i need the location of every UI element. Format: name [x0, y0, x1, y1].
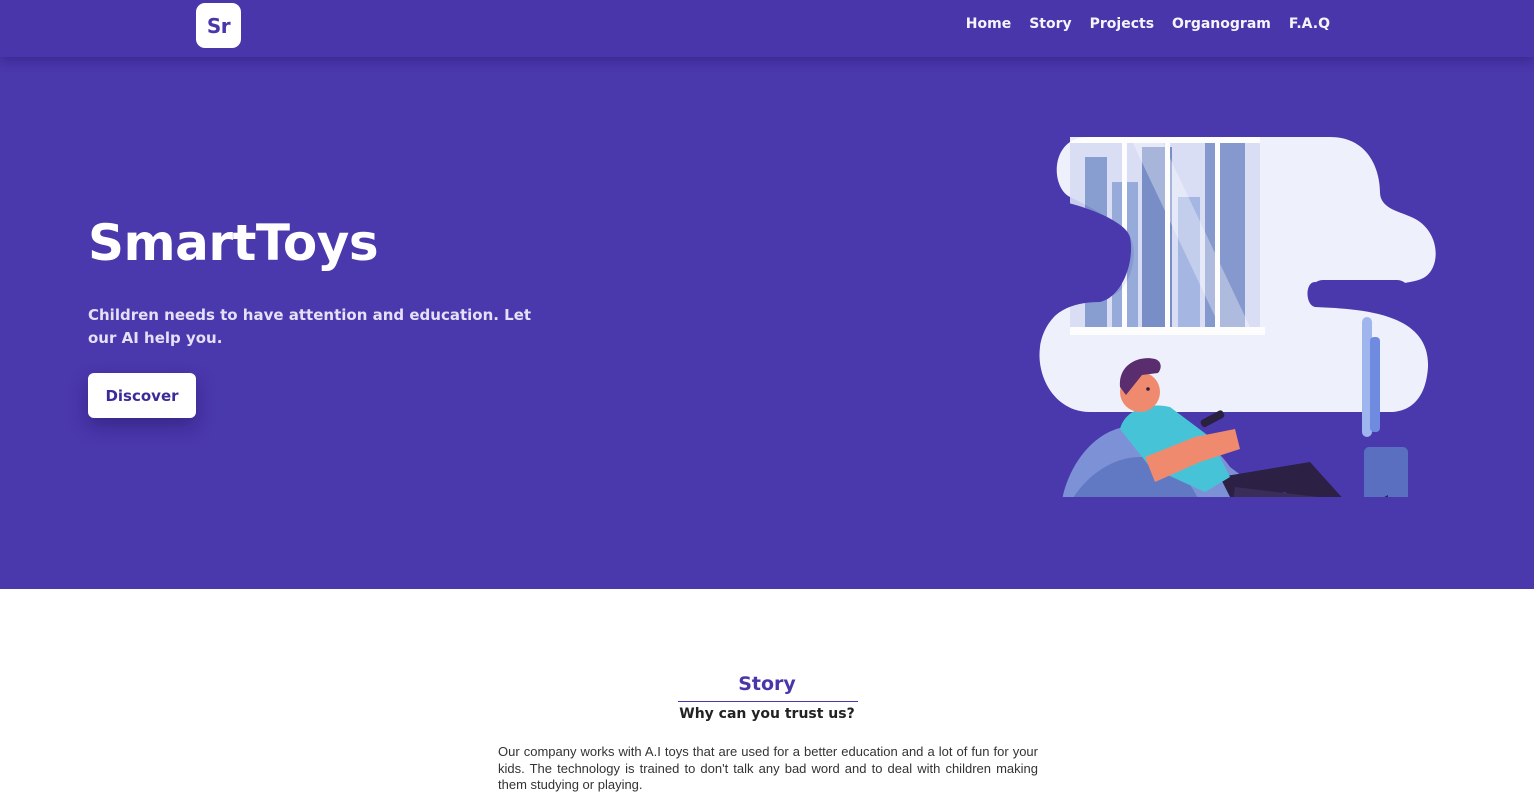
discover-button[interactable]: Discover: [88, 373, 196, 418]
nav-link-faq[interactable]: F.A.Q: [1289, 16, 1330, 32]
logo[interactable]: Sr: [196, 3, 241, 48]
nav-link-organogram[interactable]: Organogram: [1172, 16, 1271, 32]
hero-title: SmartToys: [88, 214, 379, 272]
navbar: Sr Home Story Projects Organogram F.A.Q: [0, 0, 1534, 57]
nav-link-story[interactable]: Story: [1029, 16, 1071, 32]
story-subtitle: Why can you trust us?: [679, 706, 855, 722]
hero-section: SmartToys Children needs to have attenti…: [0, 57, 1534, 589]
story-text: Our company works with A.I toys that are…: [498, 744, 1038, 792]
story-title: Story: [738, 673, 796, 695]
nav-link-projects[interactable]: Projects: [1090, 16, 1154, 32]
hero-description: Children needs to have attention and edu…: [88, 306, 532, 347]
story-divider: [678, 701, 858, 702]
nav-link-home[interactable]: Home: [966, 16, 1011, 32]
boy-on-beanbag-illustration: [1030, 137, 1436, 497]
story-section: Story Why can you trust us? Our company …: [0, 589, 1534, 805]
nav-links: Home Story Projects Organogram F.A.Q: [966, 16, 1330, 32]
